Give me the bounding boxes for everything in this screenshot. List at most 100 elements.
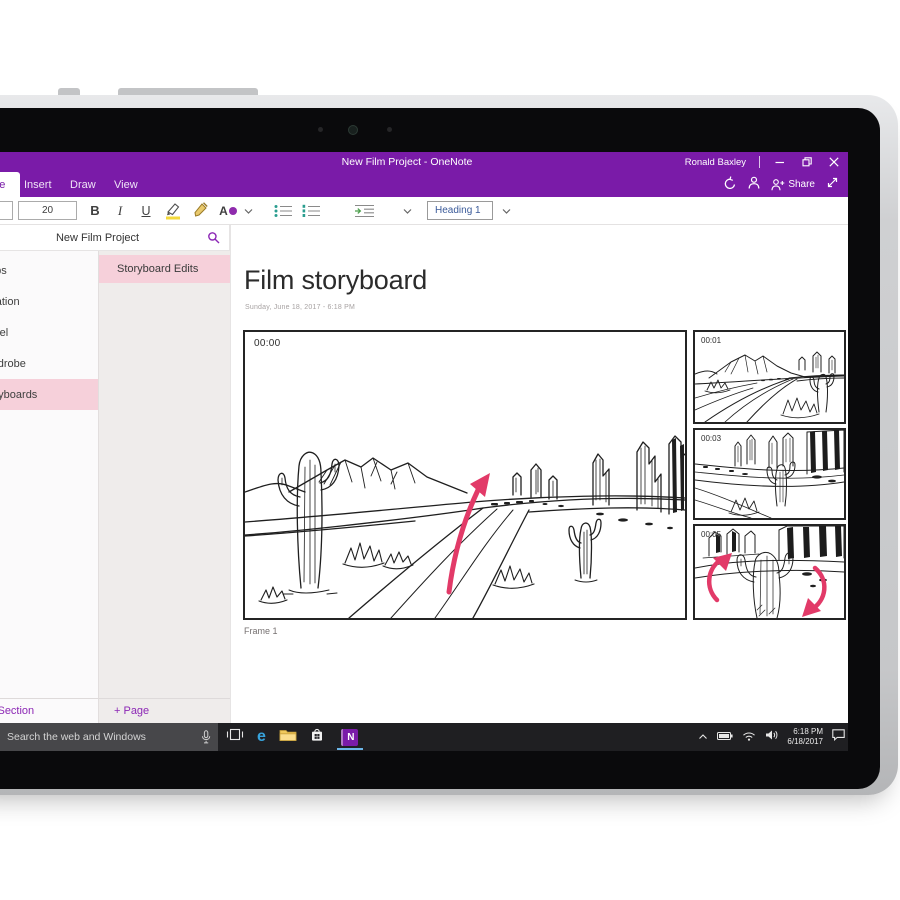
desert-thumb-drawing [695,526,844,618]
paragraph-options-dropdown[interactable] [400,201,414,220]
italic-button[interactable]: I [111,201,129,220]
format-painter-icon [191,202,209,219]
signed-in-user: Ronald Baxley [685,157,746,168]
section-item-props[interactable]: Props [0,255,98,286]
increase-indent-icon [354,203,376,219]
storyboard-frame-1[interactable]: 00:01 [693,330,846,424]
search-icon [207,231,221,245]
screen: New Film Project - OneNote Ronald Baxley [0,152,848,751]
frame-caption: Frame 1 [244,626,278,636]
windows-store-icon[interactable] [310,727,324,747]
highlighter-button[interactable] [162,201,184,220]
battery-icon[interactable] [717,728,733,746]
frame-timestamp: 00:00 [254,338,281,349]
storyboard-frame-3[interactable]: 00:05 [693,524,846,620]
chevron-down-icon [403,207,412,215]
notebook-header: New Film Project [0,225,230,251]
action-center-icon[interactable] [832,728,845,746]
chevron-down-icon [502,207,511,215]
frame-timestamp: 00:05 [701,530,721,539]
tab-insert[interactable]: Insert [24,172,52,197]
undo-button[interactable] [723,176,737,194]
font-name-combo[interactable] [0,201,13,220]
page-item-storyboard-edits[interactable]: Storyboard Edits [99,255,230,283]
section-item-storyboards[interactable]: Storyboards [0,379,98,410]
close-button[interactable] [827,155,841,169]
frame-timestamp: 00:01 [701,336,721,345]
tab-home[interactable]: Home [0,172,20,197]
person-icon [748,176,760,189]
desert-scene-drawing [245,332,685,618]
style-selector[interactable]: Heading 1 [427,201,493,220]
taskbar-clock[interactable]: 6:18 PM 6/18/2017 [787,727,823,748]
windows-taskbar: Search the web and Windows e [0,723,848,751]
volume-icon[interactable] [765,728,778,746]
close-icon [829,157,839,167]
notebook-title: New Film Project [0,225,195,251]
bullet-list-button[interactable] [271,201,295,220]
restore-icon [802,157,812,167]
section-item-wardrobe[interactable]: Wardrobe [0,348,98,379]
fullscreen-button[interactable] [826,176,839,194]
sections-list: Props Location Travel Wardrobe Storyboar… [0,251,98,698]
tab-view[interactable]: View [114,172,138,197]
onenote-tile: N [341,729,358,746]
front-camera [348,125,358,135]
bold-button[interactable]: B [86,201,104,220]
numbered-list-icon [301,203,322,219]
add-page-button[interactable]: + Page [98,698,230,723]
add-section-button[interactable]: + Section [0,698,98,723]
wifi-icon[interactable] [742,728,756,746]
section-item-travel[interactable]: Travel [0,317,98,348]
formatting-toolbar: 20 B I U A [0,197,848,225]
share-button[interactable]: Share [771,178,815,191]
active-app-indicator [337,748,363,750]
underline-button[interactable]: U [137,201,155,220]
minimize-icon [775,157,785,167]
highlighter-icon [163,201,183,220]
share-label: Share [788,179,815,190]
account-button[interactable] [748,176,760,194]
clock-date: 6/18/2017 [787,737,823,747]
ambient-sensor-dot [318,127,323,132]
add-person-icon [771,178,785,191]
style-dropdown[interactable] [499,201,513,220]
file-explorer-icon[interactable] [279,728,297,747]
increase-indent-button[interactable] [352,201,378,220]
taskbar-search-placeholder: Search the web and Windows [0,731,146,743]
surface-tablet-product-shot: New Film Project - OneNote Ronald Baxley [0,0,900,900]
notebook-search-button[interactable] [207,231,221,250]
onenote-taskbar-icon[interactable]: N [337,723,363,751]
storyboard-frame-2[interactable]: 00:03 [693,428,846,520]
pages-list: Storyboard Edits [98,251,230,698]
font-color-swatch [229,207,237,215]
format-painter-button[interactable] [190,201,210,220]
page-canvas[interactable]: Film storyboard Sunday, June 18, 2017 - … [230,225,848,723]
font-size-combo[interactable]: 20 [18,201,77,220]
minimize-button[interactable] [773,155,787,169]
tab-draw[interactable]: Draw [70,172,96,197]
bullet-list-icon [273,203,294,219]
fullscreen-icon [826,176,839,189]
restore-button[interactable] [800,155,814,169]
undo-icon [723,176,737,189]
section-item-location[interactable]: Location [0,286,98,317]
font-color-dropdown[interactable] [242,201,254,220]
font-color-button[interactable]: A [216,201,240,220]
numbered-list-button[interactable] [299,201,323,220]
frame-timestamp: 00:03 [701,434,721,443]
ir-sensor-dot [387,127,392,132]
ink-annotation-arrow [449,473,490,592]
page-date: Sunday, June 18, 2017 - 6:18 PM [245,304,355,311]
task-view-button[interactable] [226,728,244,746]
edge-browser-icon[interactable]: e [257,729,266,745]
ribbon-tabs: Home Insert Draw View [0,172,848,197]
microphone-icon[interactable] [201,730,211,749]
taskbar-search-box[interactable]: Search the web and Windows [0,723,218,751]
tray-chevron-up-icon[interactable] [698,728,708,746]
clock-time: 6:18 PM [787,727,823,737]
desert-thumb-drawing [695,430,844,518]
chevron-down-icon [244,207,253,215]
window-titlebar: New Film Project - OneNote Ronald Baxley [0,152,848,172]
storyboard-frame-main[interactable]: 00:00 [243,330,687,620]
